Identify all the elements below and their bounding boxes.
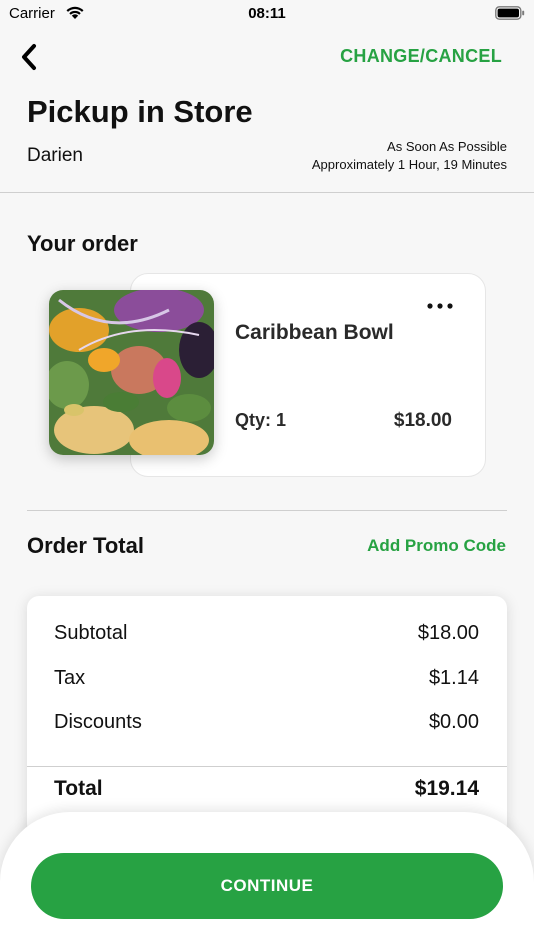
item-price: $18.00 <box>393 410 452 431</box>
subtotal-value: $18.00 <box>417 622 479 644</box>
battery-icon <box>495 6 525 24</box>
pickup-timing: As Soon As Possible Approximately 1 Hour… <box>312 138 507 174</box>
total-label: Total <box>54 777 103 800</box>
subtotal-label: Subtotal <box>54 622 128 644</box>
status-bar: Carrier 08:11 <box>0 0 534 28</box>
discounts-value: $0.00 <box>428 711 479 733</box>
total-value: $19.14 <box>414 777 479 800</box>
tax-value: $1.14 <box>428 667 479 689</box>
clock: 08:11 <box>248 5 286 22</box>
tax-label: Tax <box>54 667 86 689</box>
continue-button[interactable]: CONTINUE <box>31 853 503 919</box>
page-title: Pickup in Store <box>27 94 253 129</box>
store-name: Darien <box>27 145 83 166</box>
order-divider <box>27 510 507 511</box>
more-dots-icon[interactable] <box>426 296 454 309</box>
totals-card: Subtotal $18.00 Tax $1.14 Discounts $0.0… <box>27 596 507 836</box>
back-chevron-icon[interactable] <box>18 42 42 72</box>
totals-divider <box>27 766 507 767</box>
item-name: Caribbean Bowl <box>235 321 394 344</box>
item-quantity: Qty: 1 <box>235 410 287 430</box>
order-total-heading: Order Total <box>27 533 144 558</box>
timing-estimate: Approximately 1 Hour, 19 Minutes <box>311 157 507 172</box>
change-cancel-button[interactable]: CHANGE/CANCEL <box>340 46 502 67</box>
your-order-heading: Your order <box>27 231 138 256</box>
header-divider <box>0 192 534 193</box>
discounts-label: Discounts <box>54 711 142 733</box>
timing-asap: As Soon As Possible <box>387 139 507 154</box>
item-image <box>49 290 214 455</box>
add-promo-code-link[interactable]: Add Promo Code <box>367 536 506 556</box>
